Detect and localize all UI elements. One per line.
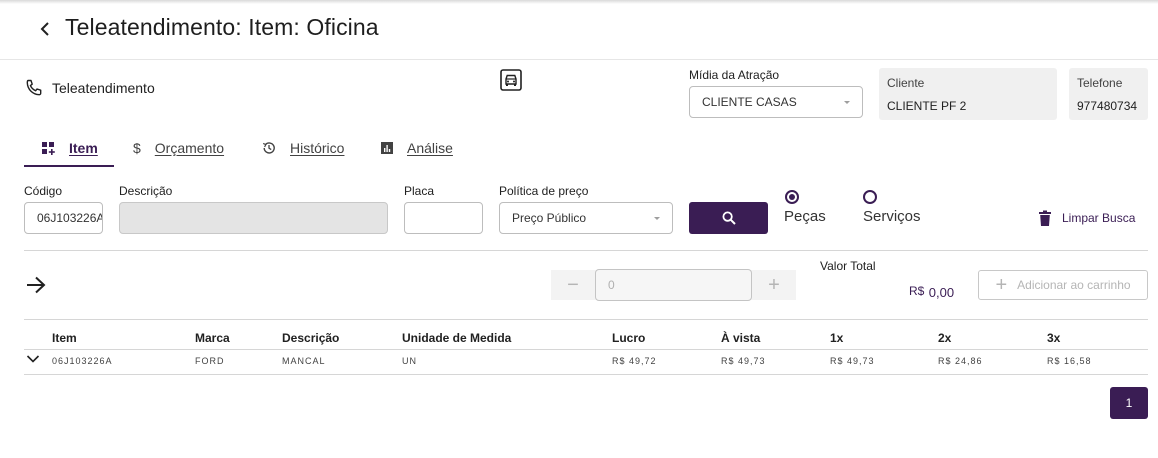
- tab-historico[interactable]: Histórico: [262, 128, 344, 168]
- cliente-label: Cliente: [887, 76, 925, 90]
- telefone-card: Telefone 977480734: [1069, 68, 1148, 120]
- telefone-value: 977480734: [1077, 99, 1138, 113]
- plus-icon: +: [768, 273, 780, 296]
- dollar-icon: $: [133, 140, 141, 156]
- column-header: Marca: [195, 331, 230, 345]
- radio-pecas-label[interactable]: Peças: [784, 208, 826, 225]
- minus-icon: −: [567, 273, 579, 296]
- clear-search-label: Limpar Busca: [1062, 211, 1136, 225]
- cell-marca: FORD: [195, 356, 225, 366]
- column-header: Lucro: [612, 331, 646, 345]
- codigo-label: Código: [24, 184, 63, 198]
- cell-item: 06J103226A: [52, 356, 113, 366]
- quantity-value: 0: [608, 278, 615, 292]
- column-header: Unidade de Medida: [402, 331, 512, 345]
- section-label: Teleatendimento: [52, 80, 155, 96]
- column-header: 3x: [1047, 331, 1061, 345]
- quantity-input[interactable]: 0: [595, 269, 752, 301]
- column-header: Item: [52, 331, 77, 345]
- chevron-down-icon[interactable]: [26, 353, 40, 365]
- grid-add-icon: [42, 141, 55, 155]
- page-title: Teleatendimento: Item: Oficina: [65, 14, 379, 40]
- tab-historico-label: Histórico: [290, 140, 345, 156]
- descricao-input[interactable]: [119, 202, 388, 234]
- total-label: Valor Total: [820, 259, 876, 273]
- cell-lucro: R$ 49,72: [612, 356, 657, 366]
- codigo-value: 06J103226A: [37, 211, 103, 225]
- caret-down-icon: [654, 217, 660, 220]
- tab-orcamento[interactable]: $ Orçamento: [133, 128, 224, 168]
- add-to-cart-label: Adicionar ao carrinho: [1017, 278, 1131, 292]
- codigo-input[interactable]: 06J103226A: [24, 202, 103, 234]
- cell-2x: R$ 24,86: [938, 356, 983, 366]
- decrease-quantity-button[interactable]: −: [551, 270, 595, 300]
- search-icon: [722, 211, 736, 225]
- trash-icon: [1039, 210, 1051, 226]
- placa-label: Placa: [404, 184, 435, 198]
- tab-item[interactable]: Item: [42, 128, 98, 168]
- chevron-left-icon: [40, 22, 49, 36]
- radio-servicos[interactable]: [863, 190, 877, 204]
- search-button[interactable]: [689, 202, 768, 234]
- placa-input[interactable]: [404, 202, 483, 234]
- active-tab-indicator: [24, 165, 114, 167]
- politica-select[interactable]: Preço Público: [499, 202, 673, 234]
- plus-icon: +: [995, 274, 1008, 296]
- total-amount: 0,00: [928, 285, 955, 300]
- car-icon[interactable]: [500, 69, 522, 91]
- clear-search-button[interactable]: Limpar Busca: [1038, 208, 1135, 228]
- radio-pecas[interactable]: [785, 190, 799, 204]
- midia-value: CLIENTE CASAS: [702, 95, 797, 109]
- tab-orcamento-label: Orçamento: [154, 140, 225, 156]
- cliente-value: CLIENTE PF 2: [887, 99, 967, 113]
- politica-label: Política de preço: [499, 184, 589, 198]
- cell-descricao: MANCAL: [282, 356, 326, 366]
- cell-unidade: UN: [402, 356, 417, 366]
- page-header: Teleatendimento: Item: Oficina: [0, 0, 1158, 60]
- history-icon: [262, 142, 275, 154]
- increase-quantity-button[interactable]: +: [752, 270, 796, 300]
- tab-analise[interactable]: Análise: [381, 128, 453, 168]
- column-header: 2x: [938, 331, 952, 345]
- chart-icon: [381, 142, 393, 154]
- midia-label: Mídia da Atração: [689, 68, 780, 82]
- phone-icon: [26, 79, 42, 96]
- politica-value: Preço Público: [512, 211, 587, 225]
- cell-1x: R$ 49,73: [830, 356, 875, 366]
- column-header: 1x: [830, 331, 844, 345]
- caret-down-icon: [844, 101, 850, 104]
- page-button-current[interactable]: 1: [1110, 387, 1148, 419]
- arrow-right-icon[interactable]: [26, 276, 46, 294]
- cliente-card: Cliente CLIENTE PF 2: [879, 68, 1057, 120]
- divider: [24, 250, 1148, 251]
- divider: [24, 374, 1148, 375]
- cell-a-vista: R$ 49,73: [721, 356, 766, 366]
- total-currency: R$: [909, 284, 925, 298]
- divider: [24, 319, 1148, 320]
- tab-analise-label: Análise: [407, 140, 453, 156]
- divider: [24, 349, 1148, 350]
- total-value: R$ 0,00: [909, 284, 954, 302]
- telefone-label: Telefone: [1077, 76, 1123, 90]
- tab-item-label: Item: [69, 140, 98, 156]
- descricao-label: Descrição: [119, 184, 173, 198]
- back-button[interactable]: [34, 18, 56, 40]
- midia-select[interactable]: CLIENTE CASAS: [689, 86, 863, 118]
- radio-servicos-label[interactable]: Serviços: [863, 208, 921, 225]
- column-header: Descrição: [282, 331, 340, 345]
- add-to-cart-button[interactable]: + Adicionar ao carrinho: [978, 270, 1148, 300]
- cell-3x: R$ 16,58: [1047, 356, 1092, 366]
- column-header: À vista: [721, 331, 761, 345]
